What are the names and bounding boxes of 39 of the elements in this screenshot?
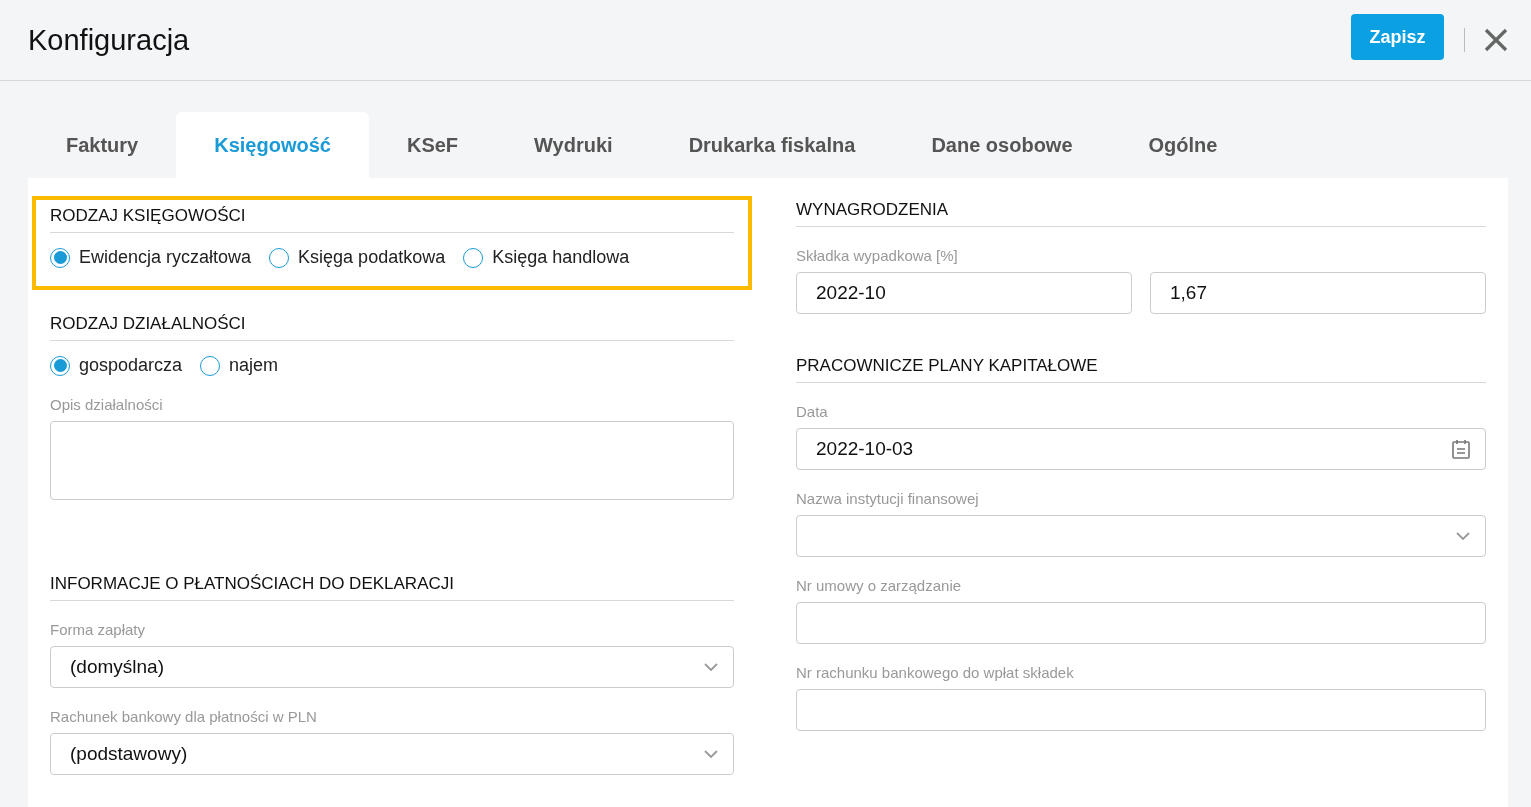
radio-option[interactable]: Księga podatkowa — [269, 247, 446, 268]
date-field[interactable]: 2022-10-03 — [796, 428, 1486, 470]
tab[interactable]: Drukarka fiskalna — [650, 112, 894, 178]
tab[interactable]: KSeF — [368, 112, 497, 178]
section-title: PRACOWNICZE PLANY KAPITAŁOWE — [796, 356, 1486, 383]
field-label: Opis działalności — [50, 396, 164, 413]
dropdown-field[interactable]: (domyślna) — [50, 646, 734, 688]
radio-option[interactable]: Ewidencja ryczałtowa — [50, 247, 252, 268]
input-field[interactable] — [796, 689, 1486, 731]
chevron-down-icon — [703, 662, 719, 672]
input-field[interactable]: 1,67 — [1150, 272, 1486, 314]
radio-option[interactable]: Księga handlowa — [463, 247, 630, 268]
section-title: WYNAGRODZENIA — [796, 200, 1486, 227]
dropdown-field[interactable] — [796, 515, 1486, 557]
field-label: Rachunek bankowy dla płatności w PLN — [50, 708, 318, 725]
input-field[interactable]: 2022-10 — [796, 272, 1132, 314]
dropdown-field[interactable]: (podstawowy) — [50, 733, 734, 775]
close-icon[interactable] — [1483, 27, 1509, 53]
section-title: INFORMACJE O PŁATNOŚCIACH DO DEKLARACJI — [50, 574, 734, 601]
field-label: Nazwa instytucji finansowej — [796, 490, 980, 507]
section-title: RODZAJ KSIĘGOWOŚCI — [50, 206, 734, 233]
page-title: Konfiguracja — [28, 23, 191, 57]
tab[interactable]: Dane osobowe — [893, 112, 1111, 178]
field-label: Data — [796, 403, 829, 420]
field-label: Składka wypadkowa [%] — [796, 247, 959, 264]
chevron-down-icon — [1455, 531, 1471, 541]
radio-option[interactable]: najem — [200, 355, 279, 376]
text-area[interactable] — [50, 421, 734, 500]
field-label: Nr umowy o zarządzanie — [796, 577, 963, 594]
section-title: RODZAJ DZIAŁALNOŚCI — [50, 314, 734, 341]
radio-option[interactable]: gospodarcza — [50, 355, 183, 376]
tab[interactable]: Faktury — [28, 112, 177, 178]
calendar-icon[interactable] — [1451, 438, 1471, 460]
input-field[interactable] — [796, 602, 1486, 644]
chevron-down-icon — [703, 749, 719, 759]
field-label: Nr rachunku bankowego do wpłat składek — [796, 664, 1075, 681]
tab[interactable]: Ogólne — [1110, 112, 1256, 178]
tab[interactable]: Wydruki — [496, 112, 651, 178]
field-label: Forma zapłaty — [50, 621, 147, 638]
